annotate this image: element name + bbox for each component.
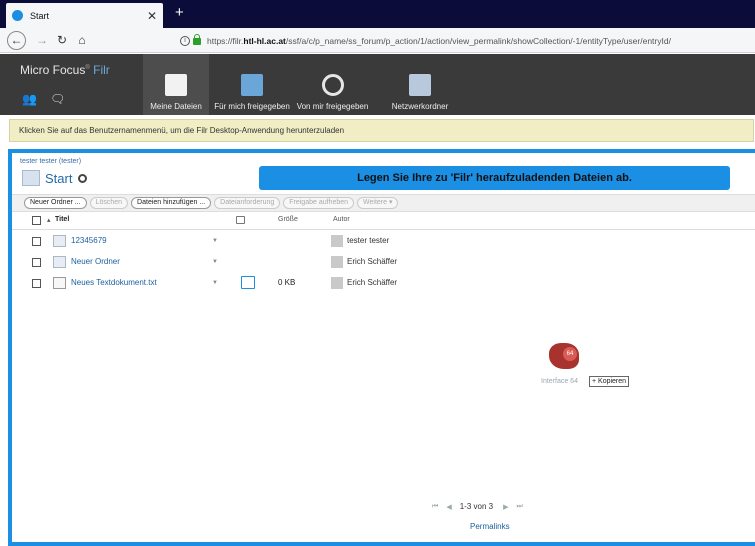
drop-zone-banner[interactable]: Legen Sie Ihre zu 'Filr' heraufzuladende… bbox=[259, 166, 730, 190]
chat-icon[interactable]: 🗨 bbox=[50, 92, 65, 106]
column-title[interactable]: Titel bbox=[55, 216, 69, 223]
select-all-checkbox[interactable] bbox=[32, 216, 41, 225]
page-title: Start bbox=[45, 170, 73, 186]
new-tab-icon[interactable]: + bbox=[175, 4, 184, 21]
previous-page-icon[interactable]: ◀ bbox=[446, 503, 451, 511]
comments-column-icon[interactable] bbox=[236, 216, 245, 224]
row-menu-icon[interactable]: ▼ bbox=[212, 280, 218, 286]
table-header: ▴ Titel Größe Autor bbox=[12, 212, 755, 230]
file-name-link[interactable]: Neuer Ordner bbox=[71, 257, 120, 266]
browser-nav-bar: ← → ↻ ⌂ i https://filr.htl-hl.ac.at/ssf/… bbox=[0, 28, 755, 53]
table-row[interactable]: 12345679 ▼ tester tester bbox=[12, 231, 755, 252]
file-size: 0 KB bbox=[278, 278, 296, 287]
nav-label: Von mir freigegeben bbox=[296, 102, 369, 111]
nav-label: Für mich freigegeben bbox=[214, 102, 290, 111]
folder-icon bbox=[53, 235, 66, 247]
folder-icon bbox=[53, 256, 66, 268]
my-files-icon bbox=[165, 74, 187, 96]
table-row[interactable]: Neuer Ordner ▼ Erich Schäffer bbox=[12, 252, 755, 273]
gear-icon[interactable] bbox=[78, 173, 88, 183]
page-header: Start bbox=[22, 170, 88, 186]
file-name-link[interactable]: 12345679 bbox=[71, 236, 107, 245]
row-checkbox[interactable] bbox=[32, 237, 41, 246]
author-name: Erich Schäffer bbox=[347, 257, 398, 266]
desktop-app-notice: Klicken Sie auf das Benutzernamenmenü, u… bbox=[9, 119, 754, 142]
info-icon[interactable]: i bbox=[180, 35, 190, 46]
nav-my-files[interactable]: Meine Dateien bbox=[143, 54, 209, 115]
users-icon[interactable]: 👥 bbox=[22, 92, 37, 106]
nav-label: Netzwerkordner bbox=[391, 102, 449, 111]
reload-icon[interactable]: ↻ bbox=[52, 30, 72, 50]
file-toolbar: Neuer Ordner ... Löschen Dateien hinzufü… bbox=[12, 194, 755, 212]
sort-arrow-icon[interactable]: ▴ bbox=[47, 216, 51, 224]
file-request-button[interactable]: Dateianforderung bbox=[214, 197, 281, 209]
network-folders-icon bbox=[409, 74, 431, 96]
text-file-icon bbox=[53, 277, 66, 289]
column-author[interactable]: Autor bbox=[333, 216, 350, 223]
avatar bbox=[331, 277, 343, 289]
first-page-icon[interactable]: ⏮ bbox=[432, 503, 438, 511]
filr-favicon-icon bbox=[12, 10, 23, 21]
add-files-button[interactable]: Dateien hinzufügen ... bbox=[131, 197, 212, 209]
forward-arrow-icon[interactable]: → bbox=[32, 30, 52, 50]
lock-icon bbox=[193, 34, 201, 45]
nav-shared-with-me[interactable]: Für mich freigegeben bbox=[214, 54, 290, 115]
dragged-file[interactable]: 64 Interface 64 + Kopieren bbox=[541, 343, 630, 387]
page-info: 1-3 von 3 bbox=[459, 502, 494, 511]
avatar bbox=[331, 235, 343, 247]
brand-logo: Micro Focus® Filr bbox=[20, 63, 110, 77]
dragged-file-badge: 64 bbox=[563, 347, 577, 361]
shared-by-me-icon bbox=[321, 74, 344, 96]
file-name-link[interactable]: Neues Textdokument.txt bbox=[71, 278, 157, 287]
row-menu-icon[interactable]: ▼ bbox=[212, 259, 218, 265]
table-row[interactable]: Neues Textdokument.txt ▼ 0 KB Erich Schä… bbox=[12, 273, 755, 294]
nav-network-folders[interactable]: Netzwerkordner bbox=[384, 54, 456, 115]
home-folder-icon bbox=[22, 170, 40, 186]
last-page-icon[interactable]: ⏭ bbox=[516, 503, 522, 511]
filr-header: Micro Focus® Filr 👥 🗨 Meine Dateien Für … bbox=[0, 54, 755, 115]
close-tab-icon[interactable]: ✕ bbox=[147, 9, 157, 23]
copy-tooltip: + Kopieren bbox=[589, 376, 630, 387]
back-arrow-icon[interactable]: ← bbox=[7, 30, 26, 50]
browser-tab[interactable]: Start ✕ bbox=[6, 3, 163, 28]
browser-tab-strip: Start ✕ + bbox=[0, 0, 755, 28]
address-bar[interactable]: i https://filr.htl-hl.ac.at/ssf/a/c/p_na… bbox=[180, 32, 755, 49]
nav-shared-by-me[interactable]: Von mir freigegeben bbox=[295, 54, 370, 115]
dragged-file-label: Interface 64 bbox=[541, 378, 578, 385]
pagination: ⏮ ◀ 1-3 von 3 ▶ ⏭ bbox=[432, 502, 531, 511]
url-text: https://filr.htl-hl.ac.at/ssf/a/c/p_name… bbox=[207, 35, 671, 46]
main-content-frame: tester tester (tester) Start Legen Sie I… bbox=[8, 149, 755, 546]
shared-with-me-icon bbox=[241, 74, 263, 96]
delete-button[interactable]: Löschen bbox=[89, 197, 129, 209]
tab-title: Start bbox=[30, 10, 50, 21]
breadcrumb[interactable]: tester tester (tester) bbox=[20, 158, 81, 165]
author-name: Erich Schäffer bbox=[347, 278, 398, 287]
row-checkbox[interactable] bbox=[32, 258, 41, 267]
comment-icon[interactable] bbox=[241, 276, 255, 289]
row-checkbox[interactable] bbox=[32, 279, 41, 288]
row-menu-icon[interactable]: ▼ bbox=[212, 238, 218, 244]
home-icon[interactable]: ⌂ bbox=[72, 30, 92, 50]
more-button[interactable]: Weitere ▾ bbox=[357, 197, 399, 209]
author-name: tester tester bbox=[347, 236, 390, 245]
next-page-icon[interactable]: ▶ bbox=[503, 503, 508, 511]
unshare-button[interactable]: Freigabe aufheben bbox=[283, 197, 355, 209]
avatar bbox=[331, 256, 343, 268]
permalinks-link[interactable]: Permalinks bbox=[470, 522, 510, 531]
nav-label: Meine Dateien bbox=[150, 102, 202, 111]
column-size[interactable]: Größe bbox=[278, 216, 298, 223]
new-folder-button[interactable]: Neuer Ordner ... bbox=[24, 197, 87, 209]
